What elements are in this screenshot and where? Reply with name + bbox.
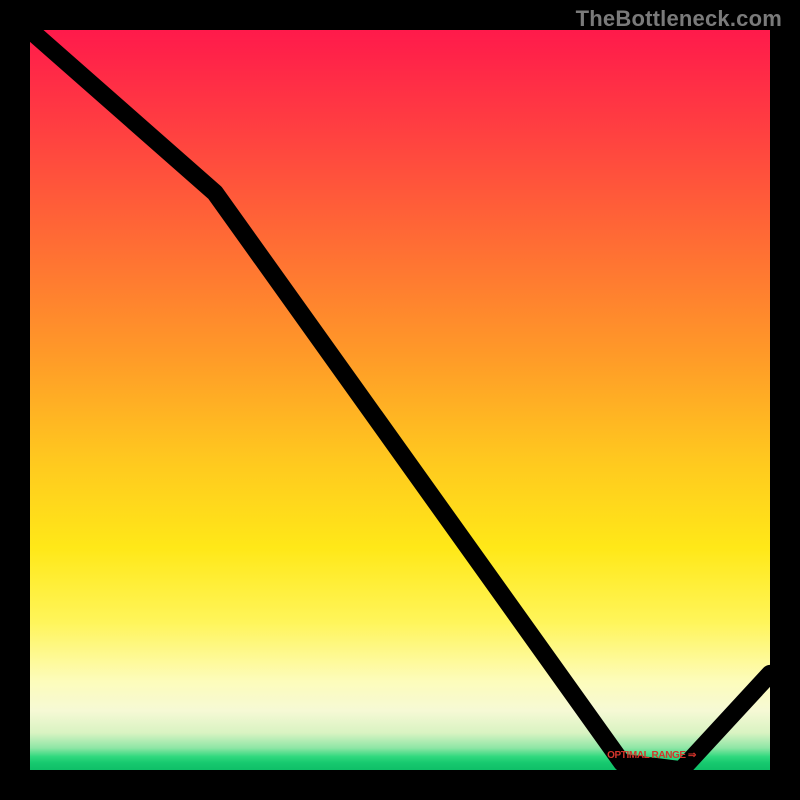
- bottleneck-line-path: [30, 30, 770, 770]
- plot-area: OPTIMAL RANGE ⇒: [30, 30, 770, 770]
- watermark-text: TheBottleneck.com: [576, 6, 782, 32]
- chart-frame: TheBottleneck.com OPTIMAL RANGE ⇒: [0, 0, 800, 800]
- bottleneck-line: [30, 30, 770, 770]
- optimal-range-annotation: OPTIMAL RANGE ⇒: [607, 750, 696, 761]
